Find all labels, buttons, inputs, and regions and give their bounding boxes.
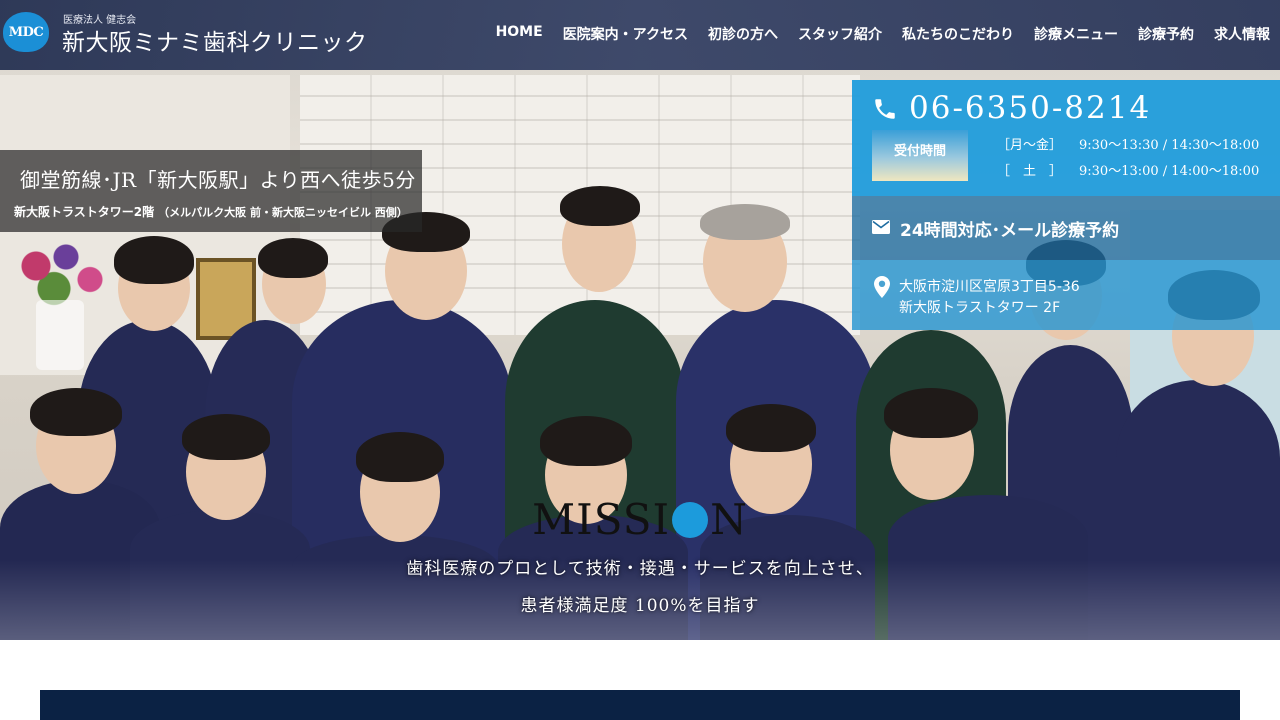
mission-section: MISSI N 歯科医療のプロとして技術・接遇・サービスを向上させ、 患者様満足度…: [0, 495, 1280, 616]
mission-title-right: N: [710, 495, 748, 544]
hours-time: 9:30～13:30 / 14:30～18:00: [1079, 138, 1260, 153]
logo-mark-icon: MDC: [3, 12, 49, 52]
staff-hair: [726, 404, 816, 452]
staff-hair: [182, 414, 270, 460]
address-box[interactable]: 大阪市淀川区宮原3丁目5-36 新大阪トラストタワー 2F: [852, 260, 1280, 330]
staff-hair: [560, 186, 640, 226]
nav-staff[interactable]: スタッフ紹介: [788, 24, 892, 44]
access-banner: 御堂筋線･JR「新大阪駅」より西へ徒歩5分 新大阪トラストタワー2階 （メルパルク…: [0, 150, 422, 232]
hours-row-saturday: ［ 土 ］ 9:30～13:00 / 14:00～18:00: [997, 160, 1259, 179]
staff-hair: [540, 416, 632, 466]
staff-hair: [258, 238, 328, 278]
nav-clinic-access[interactable]: 医院案内・アクセス: [553, 24, 698, 44]
nav-treatment-menu[interactable]: 診療メニュー: [1024, 24, 1128, 44]
mail-reservation-label: 24時間対応･メール診療予約: [900, 221, 1120, 241]
mission-statement-line2: 患者様満足度 100%を目指す: [520, 596, 760, 616]
map-pin-icon: [874, 276, 890, 298]
envelope-icon: [872, 220, 890, 234]
clinic-logo[interactable]: MDC: [0, 10, 52, 54]
site-header: MDC 医療法人 健志会 新大阪ミナミ歯科クリニック HOME 医院案内・アクセ…: [0, 0, 1280, 70]
hours-label: 受付時間: [872, 130, 968, 181]
mission-o-circle-icon: [672, 501, 709, 538]
mail-reservation-button[interactable]: 24時間対応･メール診療予約: [852, 196, 1280, 260]
hero-vase: [36, 300, 84, 370]
phone-box: 06-6350-8214 受付時間 ［月～金］ 9:30～13:30 / 14:…: [852, 80, 1280, 196]
address-line-1: 大阪市淀川区宮原3丁目5-36: [899, 279, 1080, 295]
access-landmark-note: （メルパルク大阪 前・新大阪ニッセイビル 西側）: [158, 206, 408, 219]
phone-icon: [875, 99, 895, 119]
staff-hair: [700, 204, 790, 240]
main-nav: HOME 医院案内・アクセス 初診の方へ スタッフ紹介 私たちのこだわり 診療メ…: [486, 24, 1270, 44]
mission-title-left: MISSI: [532, 495, 671, 544]
mission-statement-line1: 歯科医療のプロとして技術・接遇・サービスを向上させ、: [406, 559, 874, 579]
access-building: 新大阪トラストタワー2階: [14, 205, 155, 219]
nav-commitment[interactable]: 私たちのこだわり: [892, 24, 1024, 44]
address-line-2: 新大阪トラストタワー 2F: [899, 300, 1061, 316]
nav-first-visit[interactable]: 初診の方へ: [698, 24, 788, 44]
nav-home[interactable]: HOME: [486, 24, 553, 44]
phone-number[interactable]: 06-6350-8214: [909, 90, 1151, 126]
staff-hair: [356, 432, 444, 482]
access-sub-text: 新大阪トラストタワー2階 （メルパルク大阪 前・新大阪ニッセイビル 西側）: [14, 203, 422, 220]
mission-title: MISSI N: [532, 495, 748, 544]
nav-recruit[interactable]: 求人情報: [1204, 24, 1270, 44]
clinic-name[interactable]: 新大阪ミナミ歯科クリニック: [62, 23, 368, 57]
hours-days: ［ 土 ］: [997, 164, 1063, 179]
hours-row-weekday: ［月～金］ 9:30～13:30 / 14:30～18:00: [997, 134, 1259, 153]
staff-hair: [884, 388, 978, 438]
nav-reservation[interactable]: 診療予約: [1128, 24, 1204, 44]
contact-panel: 06-6350-8214 受付時間 ［月～金］ 9:30～13:30 / 14:…: [852, 80, 1280, 330]
staff-hair: [114, 236, 194, 284]
content-section-bar: [40, 690, 1240, 720]
staff-hair: [30, 388, 122, 436]
access-main-text: 御堂筋線･JR「新大阪駅」より西へ徒歩5分: [20, 168, 416, 192]
hours-days: ［月～金］: [997, 138, 1063, 153]
hours-time: 9:30～13:00 / 14:00～18:00: [1079, 164, 1260, 179]
